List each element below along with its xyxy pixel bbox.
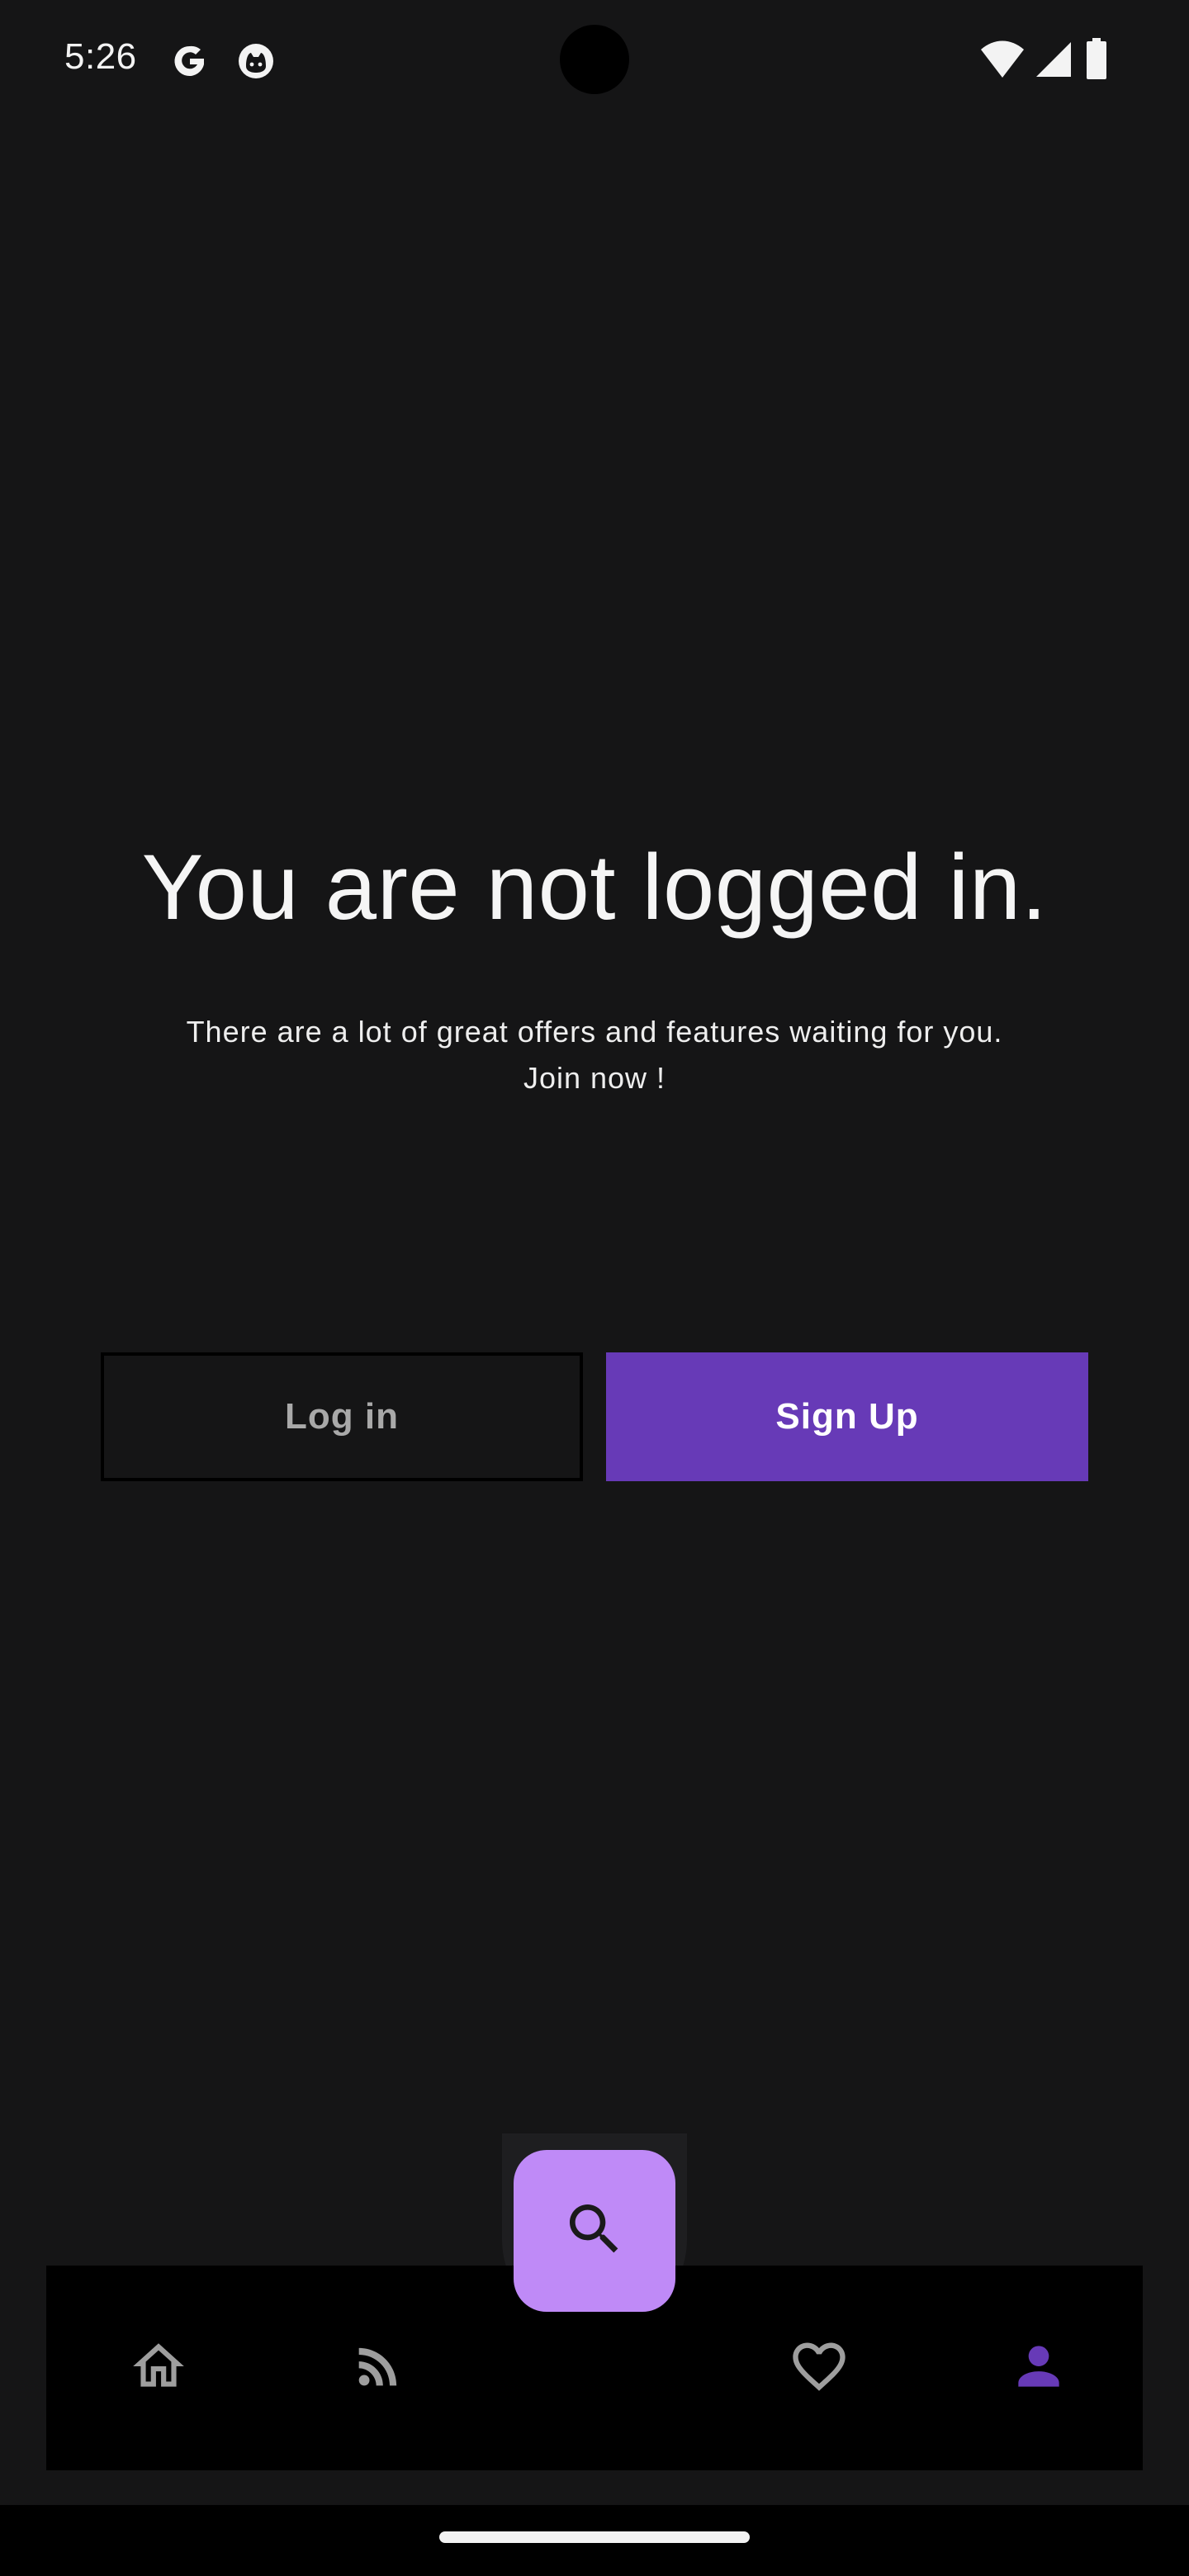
nav-item-home[interactable] bbox=[101, 2266, 216, 2470]
favorites-heart-icon bbox=[788, 2335, 850, 2402]
page-title: You are not logged in. bbox=[141, 836, 1048, 939]
app-screen: 5:26 You are not logged in. There are a … bbox=[0, 0, 1189, 2576]
login-button[interactable]: Log in bbox=[101, 1352, 583, 1481]
nav-item-profile[interactable] bbox=[981, 2266, 1097, 2470]
status-bar: 5:26 bbox=[0, 0, 1189, 116]
home-icon bbox=[128, 2336, 189, 2401]
status-time: 5:26 bbox=[64, 36, 137, 77]
search-icon bbox=[561, 2196, 628, 2266]
page-subtitle: There are a lot of great offers and feat… bbox=[186, 1015, 1003, 1095]
battery-icon bbox=[1082, 36, 1111, 83]
home-gesture-handle[interactable] bbox=[439, 2531, 750, 2543]
nav-item-feed[interactable] bbox=[320, 2266, 436, 2470]
google-icon bbox=[168, 40, 211, 83]
rss-feed-icon bbox=[349, 2337, 407, 2399]
signup-button[interactable]: Sign Up bbox=[606, 1352, 1088, 1481]
wifi-icon bbox=[979, 40, 1026, 81]
camera-cutout bbox=[560, 25, 629, 94]
nav-item-favorites[interactable] bbox=[761, 2266, 877, 2470]
profile-person-icon bbox=[1008, 2336, 1069, 2401]
cat-face-icon bbox=[234, 40, 277, 83]
cellular-signal-icon bbox=[1034, 40, 1073, 79]
search-fab[interactable] bbox=[514, 2150, 675, 2312]
